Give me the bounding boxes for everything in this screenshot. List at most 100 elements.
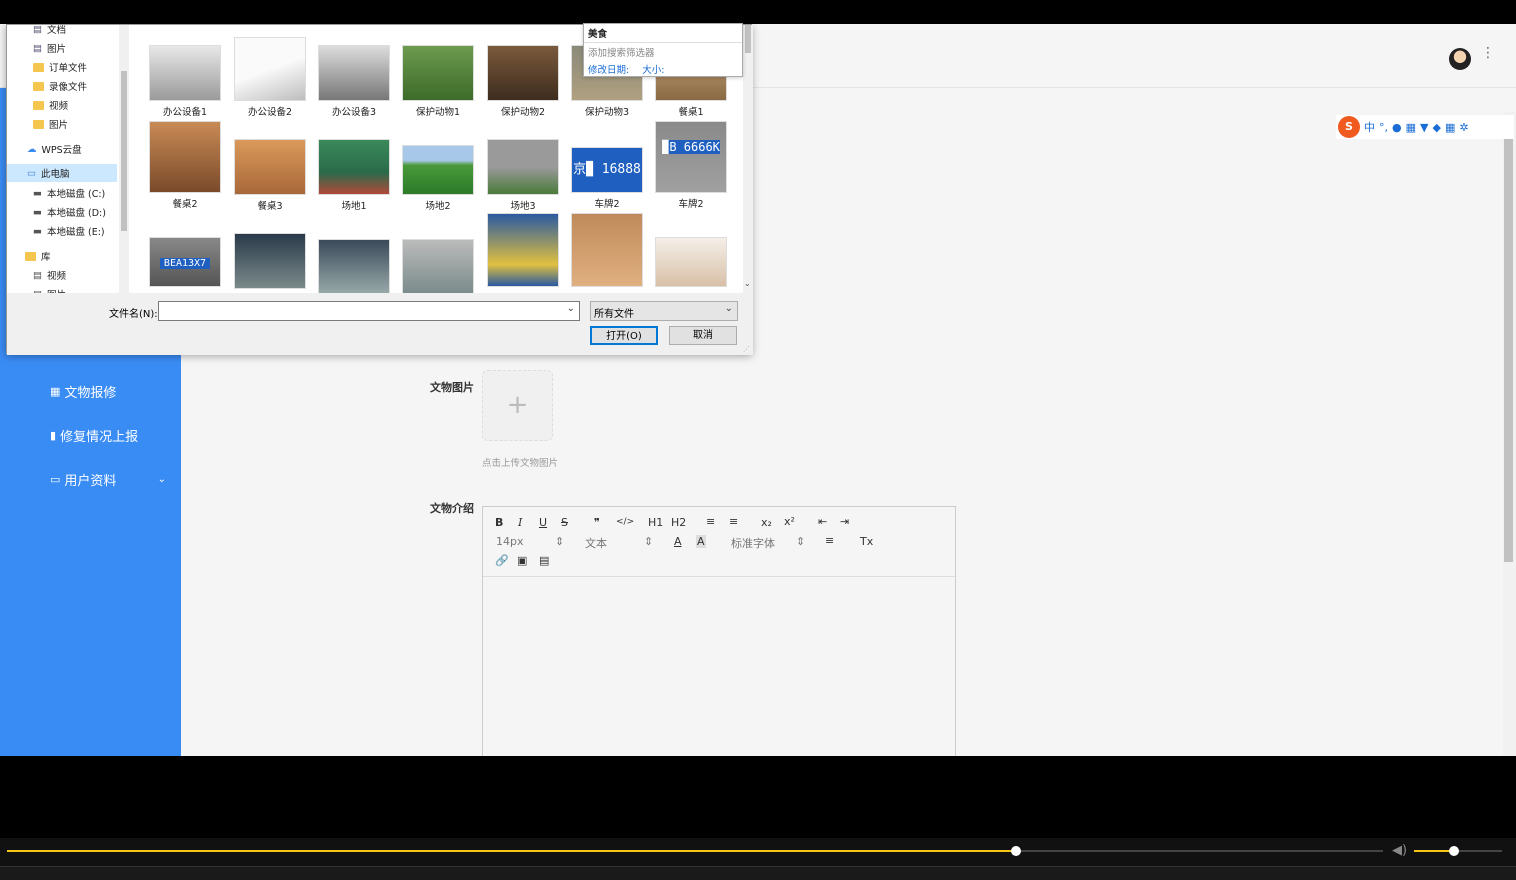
- user-avatar[interactable]: [1449, 48, 1471, 70]
- filter-modified-date[interactable]: 修改日期:: [588, 65, 629, 76]
- clear-format-button[interactable]: Tx: [860, 535, 873, 548]
- file-item[interactable]: 场地2: [397, 145, 479, 212]
- filename-input[interactable]: ⌄: [158, 301, 580, 321]
- sidebar-item-report[interactable]: ▮ 修复情况上报: [50, 426, 138, 445]
- nav-item-drive-e[interactable]: ▬ 本地磁盘 (E:): [33, 224, 105, 239]
- file-item[interactable]: 办公设备1: [144, 45, 226, 118]
- link-icon[interactable]: 🔗: [495, 554, 509, 567]
- heading2-button[interactable]: H2: [671, 516, 686, 529]
- settings-icon[interactable]: ✲: [1459, 121, 1468, 134]
- filetype-select[interactable]: 所有文件 ⌄: [590, 301, 738, 321]
- font-color-button[interactable]: A: [674, 535, 682, 548]
- keyboard-icon[interactable]: ▦: [1406, 121, 1416, 134]
- file-item[interactable]: 餐桌3: [229, 139, 311, 212]
- chevron-down-icon[interactable]: ⌄: [567, 303, 575, 314]
- apps-icon[interactable]: ▦: [1445, 121, 1455, 134]
- file-thumbnail: [487, 45, 559, 101]
- file-item[interactable]: [650, 237, 732, 290]
- file-item[interactable]: ▉B 6666K 车牌2: [650, 121, 732, 210]
- nav-item-documents[interactable]: ▤ 文档: [33, 25, 66, 36]
- page-scrollbar[interactable]: [1503, 112, 1516, 756]
- nav-item-folder[interactable]: 录像文件: [33, 79, 87, 93]
- file-item[interactable]: [482, 213, 564, 290]
- volume-icon[interactable]: ◀): [1392, 843, 1407, 858]
- subscript-button[interactable]: x₂: [761, 516, 772, 529]
- sidebar-item-repair[interactable]: ▦ 文物报修: [50, 382, 116, 401]
- nav-label: 库: [41, 252, 51, 263]
- nav-item-library[interactable]: 库: [25, 249, 51, 263]
- file-item[interactable]: BEA13X7: [144, 237, 226, 290]
- ordered-list-button[interactable]: ≡: [706, 515, 715, 528]
- unordered-list-button[interactable]: ≡: [729, 515, 738, 528]
- nav-item-drive-d[interactable]: ▬ 本地磁盘 (D:): [33, 205, 106, 220]
- heading1-button[interactable]: H1: [648, 516, 663, 529]
- image-upload-button[interactable]: +: [482, 370, 553, 441]
- superscript-button[interactable]: x²: [784, 515, 795, 528]
- file-item[interactable]: 保护动物1: [397, 45, 479, 118]
- font-family-select[interactable]: 标准字体: [731, 535, 775, 551]
- file-item[interactable]: 餐桌2: [144, 121, 226, 210]
- nav-item-wps-cloud[interactable]: ☁ WPS云盘: [27, 142, 82, 157]
- nav-item-this-pc[interactable]: ▭ 此电脑: [7, 164, 117, 182]
- thumbs-scrollbar-thumb[interactable]: [745, 25, 751, 53]
- block-type-select[interactable]: 文本: [585, 535, 607, 551]
- thumbs-scrollbar[interactable]: ⌄: [743, 25, 753, 293]
- file-item[interactable]: [229, 233, 311, 292]
- nav-item-pictures[interactable]: ▤ 图片: [33, 41, 66, 56]
- progress-track[interactable]: [7, 846, 1383, 856]
- microphone-icon[interactable]: ●: [1392, 121, 1402, 134]
- nav-item-folder[interactable]: 视频: [33, 98, 68, 112]
- file-item[interactable]: 保护动物2: [482, 45, 564, 118]
- sogou-logo-icon[interactable]: S: [1338, 116, 1360, 138]
- file-item[interactable]: 办公设备2: [229, 37, 311, 118]
- file-item[interactable]: [397, 239, 479, 293]
- ime-punctuation[interactable]: °,: [1379, 121, 1388, 134]
- sidebar-item-user-profile[interactable]: ▭ 用户资料 ⌄: [50, 470, 166, 489]
- indent-button[interactable]: ⇥: [840, 515, 849, 528]
- file-item[interactable]: 场地3: [482, 139, 564, 212]
- outdent-button[interactable]: ⇤: [818, 515, 827, 528]
- filter-size[interactable]: 大小:: [642, 65, 664, 76]
- cancel-button[interactable]: 取消: [669, 326, 737, 345]
- bg-color-button[interactable]: A: [696, 535, 706, 548]
- dialog-footer: 文件名(N): ⌄ 所有文件 ⌄ 打开(O) 取消 ⋰: [7, 293, 753, 355]
- volume-handle[interactable]: [1448, 846, 1459, 856]
- nav-scrollbar-thumb[interactable]: [121, 71, 127, 231]
- progress-handle[interactable]: [1010, 846, 1021, 856]
- scroll-down-icon[interactable]: ⌄: [744, 279, 751, 288]
- nav-scrollbar[interactable]: [119, 25, 129, 293]
- file-item[interactable]: [566, 213, 648, 290]
- file-thumbnail: [149, 121, 221, 193]
- volume-track[interactable]: [1414, 846, 1502, 856]
- nav-item-videos[interactable]: ▤ 视频: [33, 268, 66, 283]
- more-menu-icon[interactable]: ⋮: [1481, 46, 1495, 60]
- page-scrollbar-thumb[interactable]: [1504, 138, 1513, 562]
- font-size-select[interactable]: 14px: [496, 535, 524, 548]
- nav-item-drive-c[interactable]: ▬ 本地磁盘 (C:): [33, 186, 105, 201]
- nav-item-folder[interactable]: 图片: [33, 117, 68, 131]
- chat-icon: ▮: [50, 429, 57, 442]
- editor-body[interactable]: [483, 577, 955, 756]
- file-item[interactable]: 办公设备3: [313, 45, 395, 118]
- underline-button[interactable]: U: [539, 516, 547, 529]
- file-item[interactable]: 场地1: [313, 139, 395, 212]
- code-button[interactable]: </>: [616, 517, 634, 527]
- align-button[interactable]: ≡: [825, 534, 834, 547]
- search-query[interactable]: 美食: [584, 24, 742, 43]
- quote-button[interactable]: ❞: [594, 516, 600, 529]
- file-item[interactable]: [313, 239, 395, 293]
- file-item[interactable]: 京▉ 16888 车牌2: [566, 147, 648, 210]
- file-thumbnail: [487, 213, 559, 287]
- skin-icon[interactable]: ▼: [1420, 121, 1428, 134]
- italic-button[interactable]: I: [518, 516, 522, 529]
- video-insert-icon[interactable]: ▤: [539, 554, 549, 567]
- bold-button[interactable]: B: [495, 516, 503, 529]
- resize-grip-icon[interactable]: ⋰: [743, 345, 750, 353]
- open-button[interactable]: 打开(O): [590, 326, 658, 345]
- nav-item-folder[interactable]: 订单文件: [33, 60, 87, 74]
- progress-fill: [7, 850, 1016, 852]
- game-icon[interactable]: ◆: [1432, 121, 1440, 134]
- strikethrough-button[interactable]: S: [561, 516, 568, 529]
- image-insert-icon[interactable]: ▣: [517, 554, 527, 567]
- ime-chinese-mode[interactable]: 中: [1364, 119, 1375, 135]
